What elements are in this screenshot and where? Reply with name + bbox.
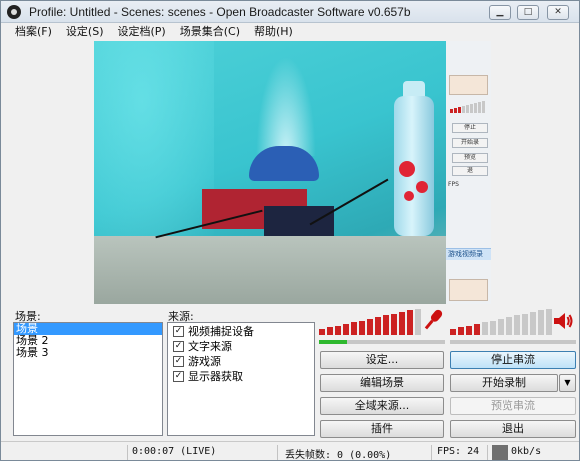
stream-preview[interactable]: 停止 开始录 预览 退 FPS 游戏视频录	[94, 41, 491, 304]
menu-help[interactable]: 帮助(H)	[254, 23, 293, 41]
meter-segment	[343, 323, 349, 335]
source-label: 显示器获取	[188, 370, 243, 383]
nested-button: 停止	[452, 123, 488, 133]
close-button[interactable]: ✕	[547, 5, 569, 20]
meter-segment	[490, 320, 496, 335]
meter-segment	[391, 313, 397, 335]
recording-dropdown-arrow-icon[interactable]: ▼	[559, 374, 576, 392]
stop-streaming-button[interactable]: 停止串流	[450, 351, 576, 369]
divider	[277, 445, 278, 460]
meter-segment	[506, 317, 512, 335]
nested-meter	[450, 99, 488, 113]
flower	[404, 191, 414, 201]
global-sources-button[interactable]: 全域来源...	[320, 397, 444, 415]
scenes-list[interactable]: 场景 场景 2 场景 3	[13, 322, 163, 436]
source-item[interactable]: ✓ 文字来源	[168, 339, 314, 354]
nested-button: 预览	[452, 153, 488, 163]
source-item[interactable]: ✓ 视频捕捉设备	[168, 324, 314, 339]
nested-button: 退	[452, 166, 488, 176]
meter-segment	[538, 310, 544, 335]
source-item[interactable]: ✓ 显示器获取	[168, 369, 314, 384]
menu-profiles[interactable]: 设定档(P)	[118, 23, 166, 41]
nested-thumbnail	[449, 279, 488, 301]
meter-segment	[458, 327, 464, 335]
dark-device	[264, 206, 334, 236]
nested-obs-window: 停止 开始录 预览 退 FPS 游戏视频录	[446, 41, 491, 304]
stream-time: 0:00:07 (LIVE)	[132, 446, 217, 457]
source-checkbox[interactable]: ✓	[173, 341, 184, 352]
settings-button[interactable]: 设定...	[320, 351, 444, 369]
meter-segment	[514, 315, 520, 335]
meter-segment	[359, 320, 365, 335]
menu-bar: 档案(F) 设定(S) 设定档(P) 场景集合(C) 帮助(H)	[1, 23, 579, 41]
meter-segment	[482, 322, 488, 335]
bitrate-status-swatch	[492, 445, 508, 460]
meter-segment	[319, 329, 325, 335]
desktop-volume-meter[interactable]	[450, 307, 552, 335]
meter-segment	[466, 325, 472, 335]
menu-scene-collections[interactable]: 场景集合(C)	[180, 23, 240, 41]
meter-segment	[367, 318, 373, 335]
source-checkbox[interactable]: ✓	[173, 326, 184, 337]
meter-segment	[522, 313, 528, 335]
desktop-peak-bar	[450, 340, 576, 344]
microphone-peak-bar	[319, 340, 445, 344]
microphone-icon[interactable]	[422, 307, 444, 333]
preview-stream-button: 预览串流	[450, 397, 576, 415]
source-checkbox[interactable]: ✓	[173, 371, 184, 382]
meter-segment	[351, 322, 357, 335]
scene-item[interactable]: 场景 3	[14, 347, 162, 359]
source-label: 视频捕捉设备	[188, 325, 254, 338]
meter-segment	[530, 312, 536, 335]
menu-settings[interactable]: 设定(S)	[66, 23, 104, 41]
nested-label: 游戏视频录	[446, 248, 491, 260]
flower	[416, 181, 428, 193]
obs-window: Profile: Untitled - Scenes: scenes - Ope…	[0, 0, 580, 461]
plugins-button[interactable]: 插件	[320, 420, 444, 438]
menu-file[interactable]: 档案(F)	[15, 23, 52, 41]
speaker-icon[interactable]	[552, 310, 574, 332]
source-label: 游戏源	[188, 355, 221, 368]
meter-segment	[383, 315, 389, 335]
meter-segment	[407, 310, 413, 335]
meter-segment	[415, 308, 421, 335]
meter-segment	[335, 325, 341, 335]
nested-button: 开始录	[452, 138, 488, 148]
nested-thumbnail	[449, 75, 488, 95]
flower	[399, 161, 415, 177]
divider	[487, 445, 488, 460]
minimize-button[interactable]: ▁	[489, 5, 511, 20]
dropped-frames: 丢失帧数: 0 (0.00%)	[285, 450, 392, 461]
meter-segment	[474, 323, 480, 335]
cable	[309, 178, 389, 226]
bitrate-readout: 0kb/s	[511, 446, 542, 457]
meter-segment	[399, 312, 405, 335]
status-bar: 0:00:07 (LIVE) 丢失帧数: 0 (0.00%) FPS: 24 0…	[1, 441, 579, 461]
divider	[431, 445, 432, 460]
meter-segment	[450, 329, 456, 335]
edit-scene-button[interactable]: 编辑场景	[320, 374, 444, 392]
source-label: 文字来源	[188, 340, 232, 353]
camera-feed	[94, 41, 446, 304]
nested-fps: FPS	[448, 181, 459, 188]
fiber-lamp	[256, 56, 316, 156]
wall-highlight	[94, 41, 214, 241]
meter-segment	[327, 327, 333, 335]
desk-surface	[94, 236, 446, 304]
source-checkbox[interactable]: ✓	[173, 356, 184, 367]
exit-button[interactable]: 退出	[450, 420, 576, 438]
microphone-volume-meter[interactable]	[319, 307, 421, 335]
meter-segment	[375, 317, 381, 335]
divider	[127, 445, 128, 460]
microphone-peak-fill	[319, 340, 347, 344]
source-item[interactable]: ✓ 游戏源	[168, 354, 314, 369]
maximize-button[interactable]: □	[517, 5, 539, 20]
title-bar[interactable]: Profile: Untitled - Scenes: scenes - Ope…	[1, 1, 579, 23]
window-title: Profile: Untitled - Scenes: scenes - Ope…	[29, 5, 411, 19]
meter-segment	[498, 318, 504, 335]
obs-logo-icon	[7, 5, 21, 19]
fps-readout: FPS: 24	[437, 446, 480, 457]
start-recording-button[interactable]: 开始录制	[450, 374, 558, 392]
sources-list[interactable]: ✓ 视频捕捉设备 ✓ 文字来源 ✓ 游戏源 ✓ 显示器获取	[167, 322, 315, 436]
